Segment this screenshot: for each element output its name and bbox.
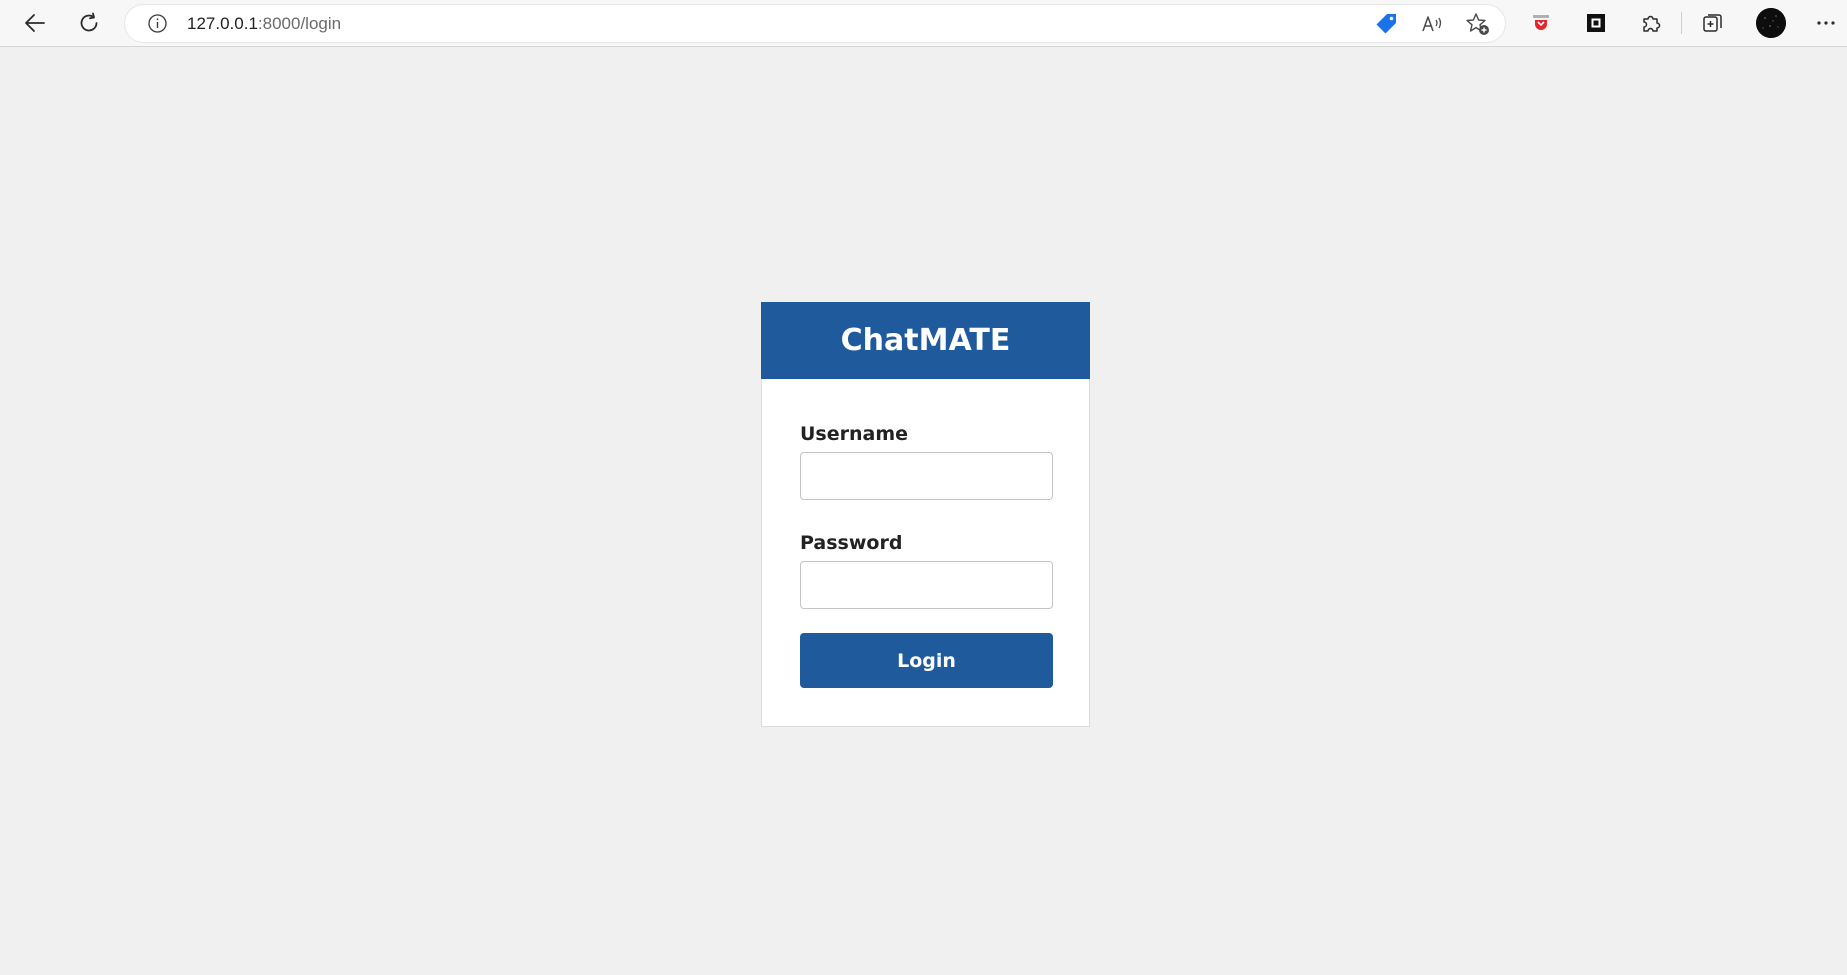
screenshot-extension-icon[interactable] xyxy=(1581,8,1611,38)
app-title: ChatMATE xyxy=(840,323,1011,358)
browser-toolbar: 127.0.0.1:8000/login xyxy=(0,0,1847,47)
toolbar-separator xyxy=(1681,12,1682,34)
login-card: ChatMATE Username Password Login xyxy=(761,302,1090,727)
address-bar[interactable]: 127.0.0.1:8000/login xyxy=(125,5,1505,42)
url-host: 127.0.0.1 xyxy=(187,14,258,33)
back-button[interactable] xyxy=(17,6,53,40)
puzzle-icon[interactable] xyxy=(1636,8,1666,38)
login-button[interactable]: Login xyxy=(800,633,1053,688)
more-menu-button[interactable] xyxy=(1811,8,1841,38)
more-icon xyxy=(1817,21,1835,25)
tag-icon[interactable] xyxy=(1373,11,1399,37)
url-text[interactable]: 127.0.0.1:8000/login xyxy=(187,5,341,42)
card-header: ChatMATE xyxy=(761,302,1090,379)
collections-icon[interactable] xyxy=(1698,8,1728,38)
back-arrow-icon xyxy=(25,14,45,32)
username-field[interactable] xyxy=(800,452,1053,500)
refresh-button[interactable] xyxy=(71,6,107,40)
info-icon[interactable] xyxy=(147,13,168,34)
pocket-extension-icon[interactable] xyxy=(1526,8,1556,38)
password-field[interactable] xyxy=(800,561,1053,609)
read-aloud-icon[interactable] xyxy=(1419,11,1445,37)
password-label: Password xyxy=(800,532,903,554)
url-path: :8000/login xyxy=(257,14,342,33)
refresh-icon xyxy=(80,12,98,32)
avatar[interactable] xyxy=(1756,8,1786,38)
add-favorite-icon[interactable] xyxy=(1465,11,1491,37)
username-label: Username xyxy=(800,423,909,445)
